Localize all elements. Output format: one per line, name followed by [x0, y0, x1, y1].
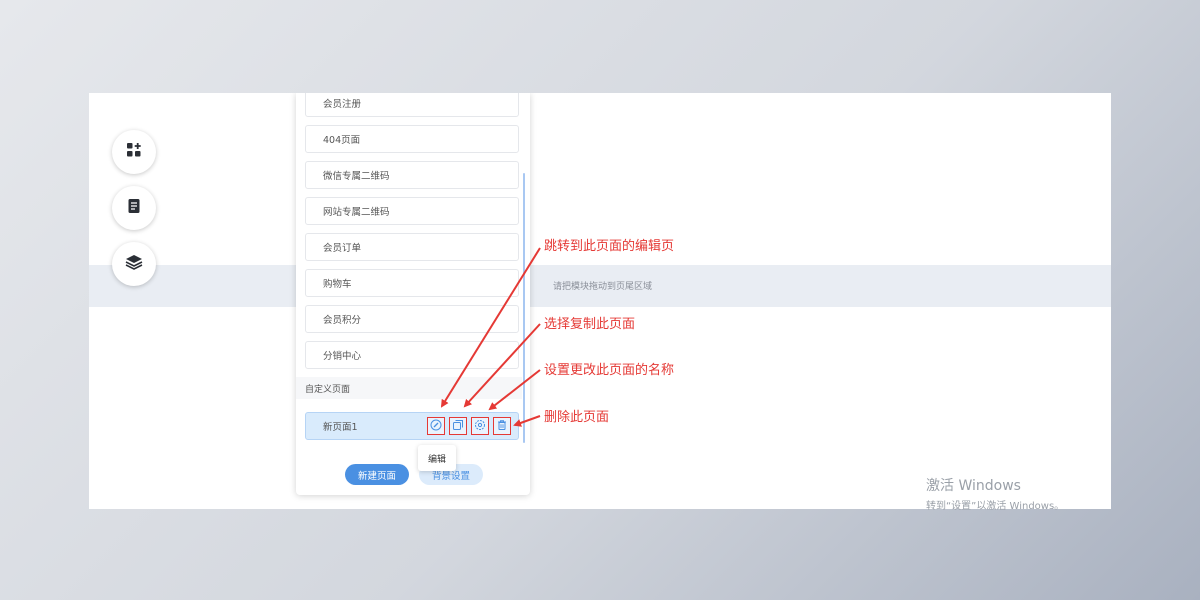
custom-pages-section-label: 自定义页面 — [296, 377, 522, 399]
custom-page-item[interactable]: 新页面1 — [305, 412, 519, 440]
edit-page-button[interactable] — [427, 417, 445, 435]
page-item[interactable]: 会员积分 — [305, 305, 519, 333]
add-module-icon — [126, 142, 142, 162]
annotation-rename: 设置更改此页面的名称 — [544, 363, 675, 378]
page-item-label: 微信专属二维码 — [323, 171, 390, 182]
page-item-label: 会员订单 — [323, 243, 362, 254]
page-item[interactable]: 购物车 — [305, 269, 519, 297]
layers-button[interactable] — [112, 242, 156, 286]
page-list-icon — [126, 198, 142, 218]
windows-activation-watermark: 激活 Windows 转到“设置”以激活 Windows。 — [926, 475, 1064, 512]
footer-drop-zone[interactable]: 请把模块拖动到页尾区域 — [89, 265, 1111, 307]
add-module-button[interactable] — [112, 130, 156, 174]
annotation-copy: 选择复制此页面 — [544, 317, 636, 332]
copy-page-button[interactable] — [449, 417, 467, 435]
page-item[interactable]: 会员注册 — [305, 93, 519, 117]
page-item-label: 会员积分 — [323, 315, 362, 326]
page-item[interactable]: 会员订单 — [305, 233, 519, 261]
custom-page-label: 新页面1 — [323, 422, 358, 433]
watermark-subtitle: 转到“设置”以激活 Windows。 — [926, 501, 1065, 512]
watermark-title: 激活 Windows — [926, 478, 1021, 494]
page-manager-panel: 会员注册 404页面 微信专属二维码 网站专属二维码 会员订单 购物车 会员积分… — [296, 93, 530, 495]
edit-icon — [430, 419, 442, 434]
page-item[interactable]: 微信专属二维码 — [305, 161, 519, 189]
page-item-label: 404页面 — [323, 135, 361, 146]
editor-canvas: 请把模块拖动到页尾区域 会员注册 404页面 微信专属二维码 网站专属二维码 会… — [89, 93, 1111, 509]
page-item-label: 会员注册 — [323, 99, 362, 110]
panel-scrollbar[interactable] — [523, 173, 525, 443]
copy-icon — [452, 419, 464, 434]
page-item[interactable]: 404页面 — [305, 125, 519, 153]
rename-page-button[interactable] — [471, 417, 489, 435]
settings-icon — [474, 419, 486, 434]
new-page-button[interactable]: 新建页面 — [345, 464, 409, 485]
page-item[interactable]: 分销中心 — [305, 341, 519, 369]
annotation-edit: 跳转到此页面的编辑页 — [544, 239, 675, 254]
page-item-label: 网站专属二维码 — [323, 207, 390, 218]
delete-page-button[interactable] — [493, 417, 511, 435]
annotation-delete: 删除此页面 — [544, 410, 610, 425]
page-item-label: 购物车 — [323, 279, 352, 290]
layers-icon — [125, 254, 143, 274]
edit-tooltip: 编辑 — [418, 445, 456, 471]
trash-icon — [496, 419, 508, 434]
page-item[interactable]: 网站专属二维码 — [305, 197, 519, 225]
footer-drop-hint: 请把模块拖动到页尾区域 — [553, 282, 653, 292]
page-item-label: 分销中心 — [323, 351, 362, 362]
page-list-button[interactable] — [112, 186, 156, 230]
